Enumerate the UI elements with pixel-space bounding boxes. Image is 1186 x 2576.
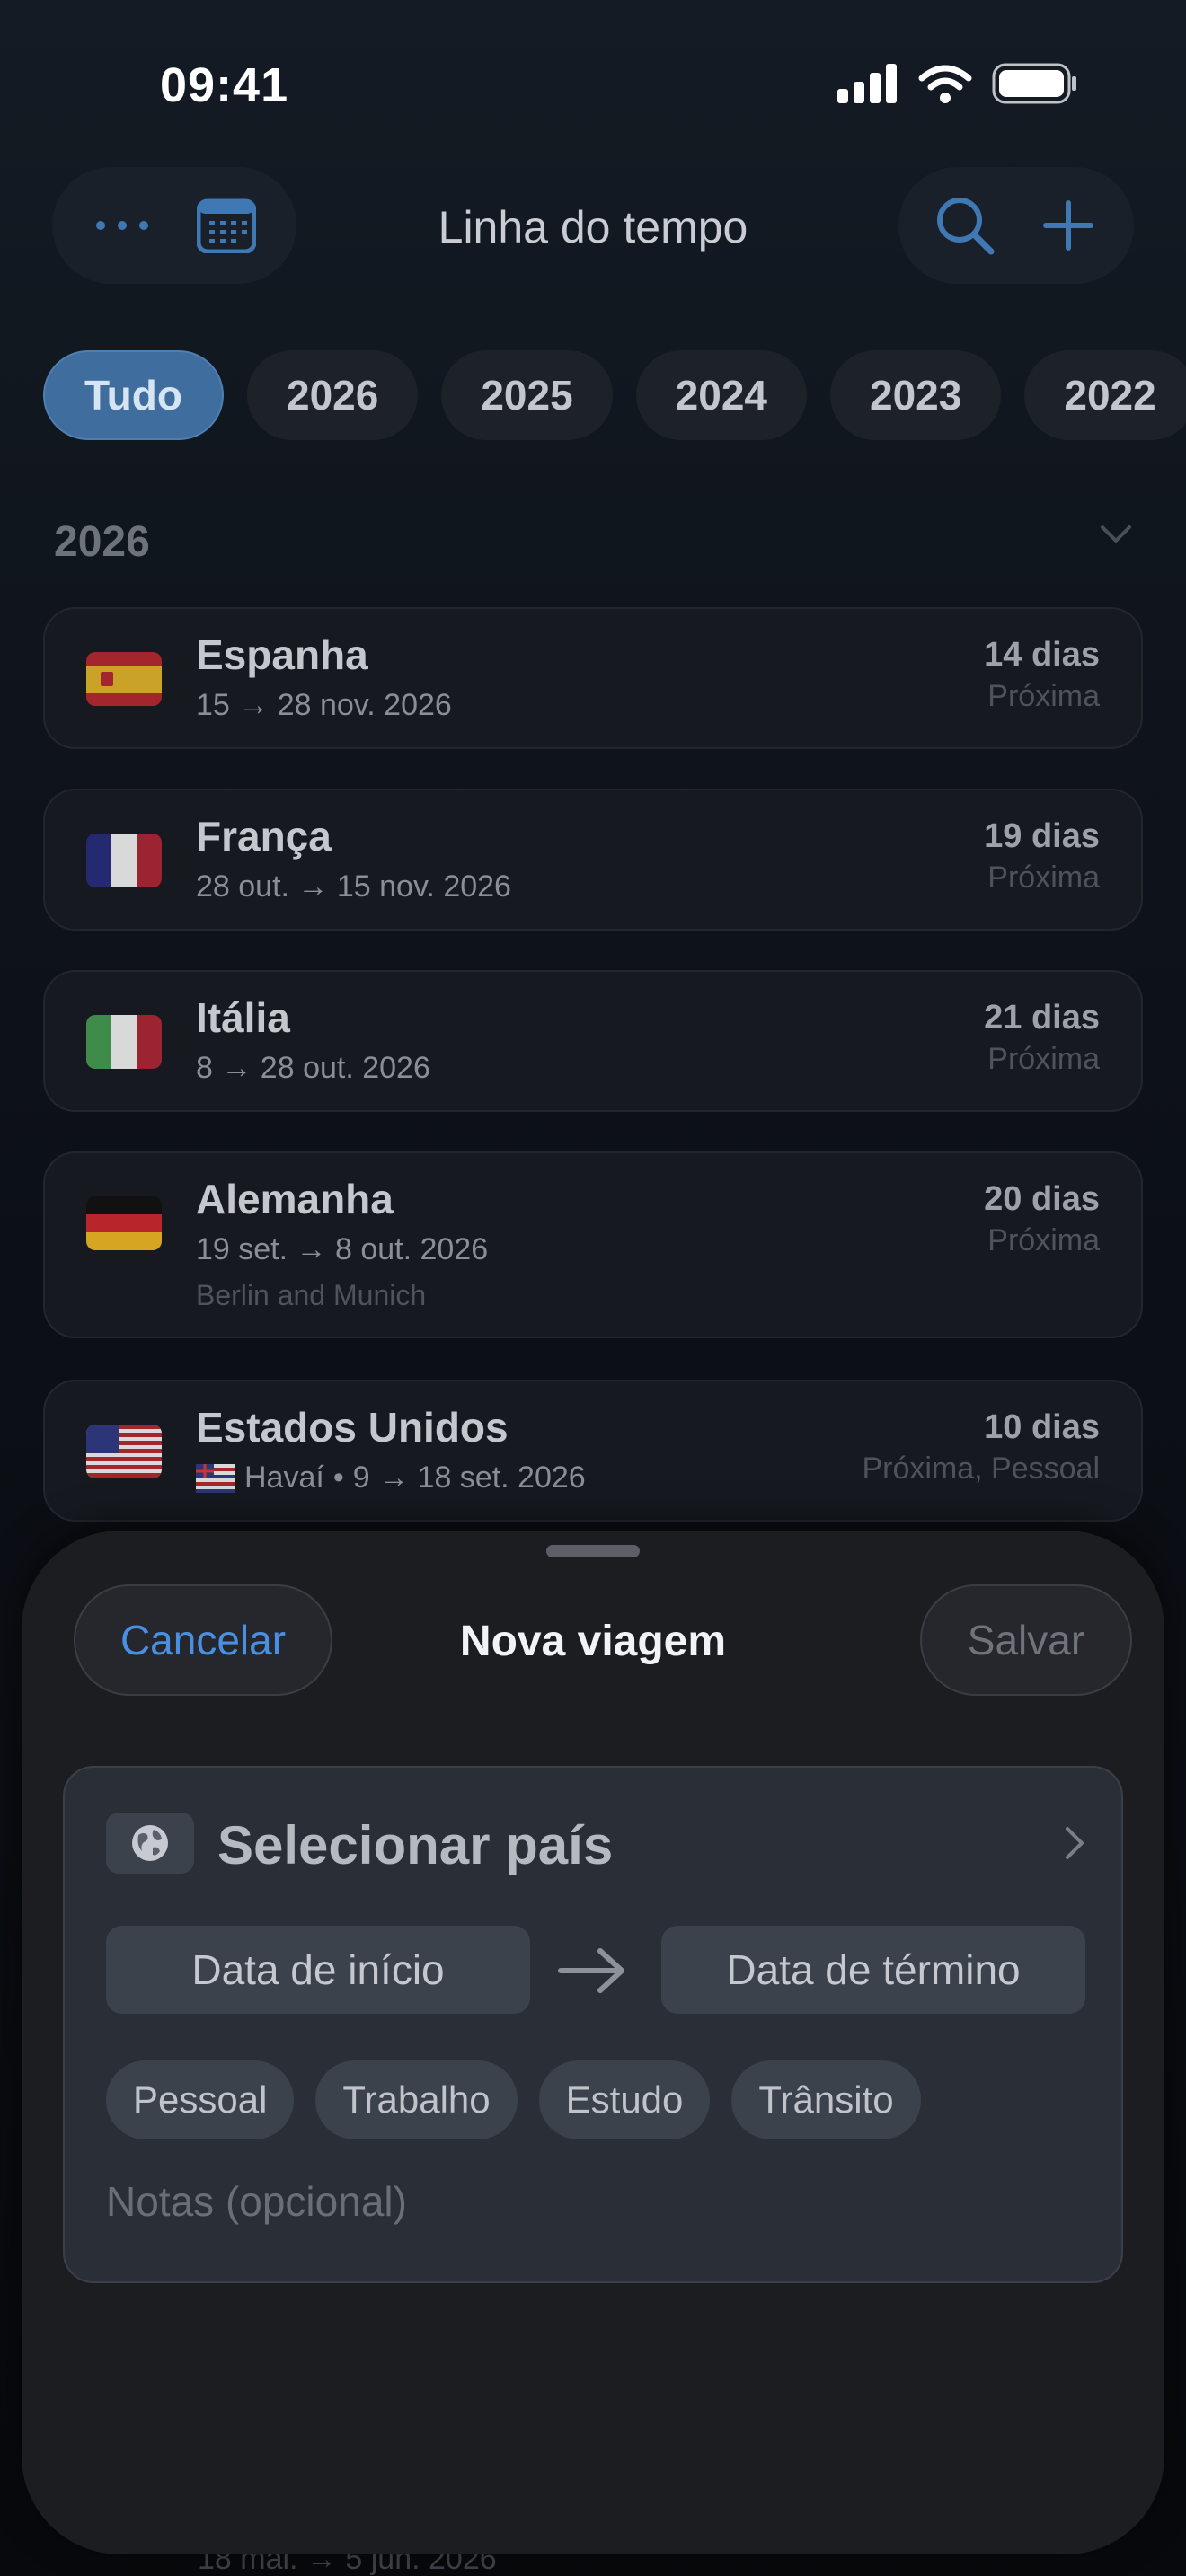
search-icon (936, 198, 994, 255)
trip-country: Estados Unidos (196, 1404, 509, 1451)
status-icons (837, 63, 1078, 104)
add-trip-button[interactable] (1028, 185, 1109, 266)
trip-type-chips: Pessoal Trabalho Estudo Trânsito (106, 2060, 921, 2139)
trip-country: Itália (196, 994, 290, 1041)
trip-dates: 28 out. → 15 nov. 2026 (196, 869, 511, 904)
trip-region-dates: Havaí • 9 → 18 set. 2026 (196, 1460, 586, 1495)
trip-region: Havaí (244, 1460, 324, 1495)
country-placeholder: Selecionar país (217, 1815, 614, 1875)
cellular-signal-icon (837, 64, 897, 103)
hawaii-flag-icon (196, 1463, 235, 1493)
notes-field[interactable]: Notas (opcional) (106, 2177, 407, 2226)
trip-dates: 9 → 18 set. 2026 (352, 1460, 586, 1495)
trip-country: Alemanha (196, 1176, 394, 1222)
trip-note: Berlin and Munich (196, 1279, 427, 1311)
nav-right-group (898, 167, 1134, 284)
filter-chip-2022[interactable]: 2022 (1024, 350, 1186, 440)
battery-icon (992, 63, 1076, 104)
start-date-button[interactable]: Data de início (106, 1926, 530, 2014)
trip-status: Próxima (987, 1042, 1100, 1076)
status-time: 09:41 (160, 58, 289, 112)
germany-flag-icon (86, 1196, 162, 1250)
trip-duration: 14 dias (984, 636, 1100, 674)
search-button[interactable] (925, 185, 1005, 266)
trip-country: Espanha (196, 631, 368, 678)
trip-dates: 19 set. → 8 out. 2026 (196, 1232, 489, 1266)
select-country-row[interactable]: Selecionar país (106, 1813, 1085, 1875)
trip-country: França (196, 813, 332, 860)
year-filter-bar: Tudo 2026 2025 2024 2023 2022 (43, 350, 1186, 442)
section-title: 2026 (54, 518, 150, 566)
date-range-row: Data de início Data de término (106, 1926, 1085, 2016)
italy-flag-icon (86, 1015, 162, 1069)
wifi-icon (918, 65, 972, 103)
trip-duration: 21 dias (984, 999, 1100, 1037)
section-header-2026[interactable]: 2026 (54, 517, 1132, 571)
trip-status: Próxima, Pessoal (862, 1451, 1100, 1486)
separator-dot: • (332, 1460, 344, 1495)
trip-duration: 10 dias (984, 1408, 1100, 1446)
end-date-button[interactable]: Data de término (661, 1926, 1085, 2014)
trip-card-france[interactable]: França 28 out. → 15 nov. 2026 19 dias Pr… (43, 789, 1143, 931)
status-bar: 09:41 (0, 0, 1186, 171)
filter-chip-2023[interactable]: 2023 (830, 350, 1002, 440)
type-chip-transit[interactable]: Trânsito (731, 2060, 921, 2139)
trip-duration: 20 dias (984, 1180, 1100, 1218)
new-trip-sheet: Cancelar Nova viagem Salvar Selecionar p… (22, 1531, 1164, 2554)
filter-chip-2025[interactable]: 2025 (441, 350, 613, 440)
trip-duration: 19 dias (984, 817, 1100, 855)
filter-chip-all[interactable]: Tudo (43, 350, 224, 440)
filter-chip-2026[interactable]: 2026 (246, 350, 419, 440)
trip-status: Próxima (987, 860, 1100, 895)
trip-form-card: Selecionar país Data de início Data de t… (63, 1766, 1123, 2283)
trip-status: Próxima (987, 1223, 1100, 1257)
type-chip-personal[interactable]: Pessoal (106, 2060, 295, 2139)
trip-status: Próxima (987, 679, 1100, 713)
trip-dates: 8 → 28 out. 2026 (196, 1051, 430, 1085)
plus-icon (1042, 200, 1093, 251)
spain-flag-icon (86, 652, 162, 706)
france-flag-icon (86, 834, 162, 887)
sheet-grabber[interactable] (546, 1545, 640, 1557)
type-chip-work[interactable]: Trabalho (315, 2060, 518, 2139)
trip-card-united-states[interactable]: Estados Unidos Havaí • 9 → 18 set. 2026 … (43, 1380, 1143, 1522)
arrow-right-icon (558, 1948, 624, 1993)
usa-flag-icon (86, 1425, 162, 1478)
chevron-down-icon (1101, 525, 1131, 543)
trip-card-spain[interactable]: Espanha 15 → 28 nov. 2026 14 dias Próxim… (43, 607, 1143, 749)
navigation-bar: Linha do tempo (0, 167, 1186, 293)
trip-card-germany[interactable]: Alemanha 19 set. → 8 out. 2026 Berlin an… (43, 1151, 1143, 1338)
type-chip-study[interactable]: Estudo (538, 2060, 711, 2139)
globe-icon (106, 1813, 194, 1874)
save-button[interactable]: Salvar (920, 1584, 1132, 1696)
trip-card-italy[interactable]: Itália 8 → 28 out. 2026 21 dias Próxima (43, 970, 1143, 1112)
trip-dates: 15 → 28 nov. 2026 (196, 688, 452, 722)
filter-chip-2024[interactable]: 2024 (635, 350, 808, 440)
chevron-right-icon (1066, 1827, 1084, 1859)
